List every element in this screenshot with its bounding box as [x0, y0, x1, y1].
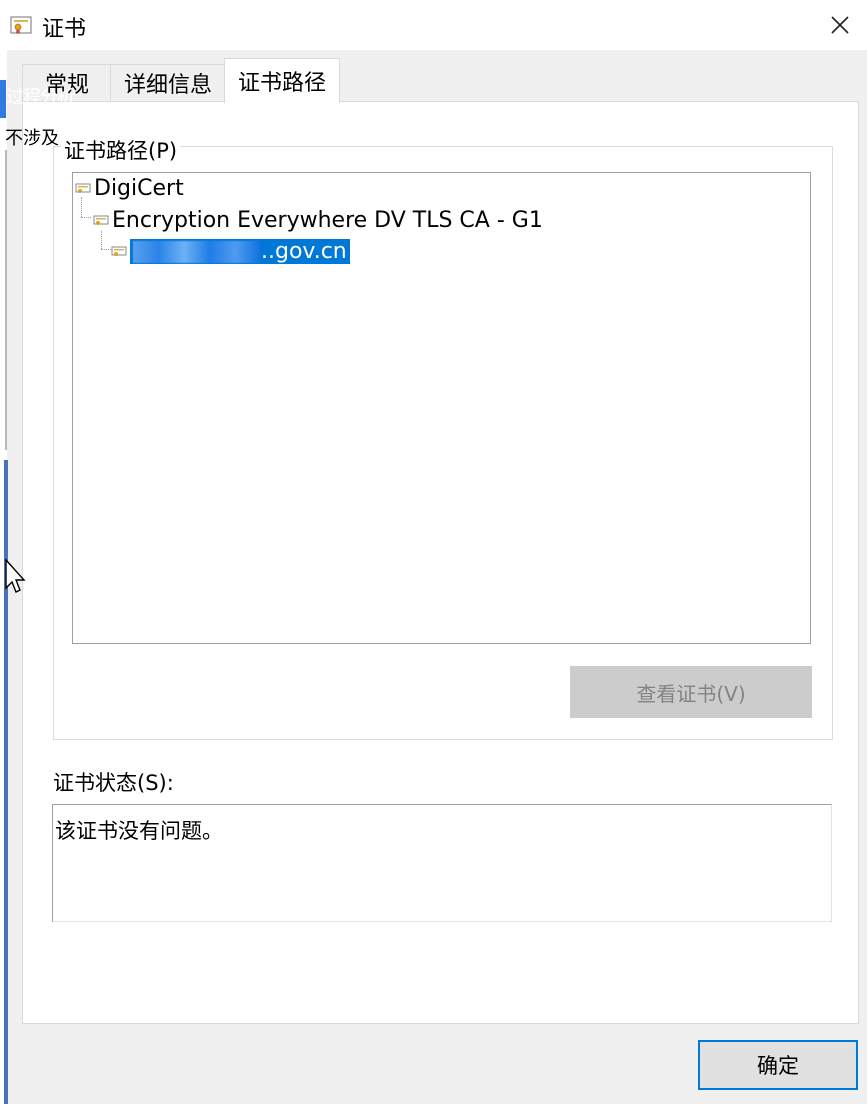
left-edge-accent: [4, 460, 8, 1104]
certificate-icon: [75, 183, 91, 193]
close-button[interactable]: [820, 8, 860, 42]
view-certificate-button[interactable]: 查看证书(V): [570, 666, 812, 718]
tree-node-root[interactable]: DigiCert: [75, 176, 184, 201]
tree-connector: [101, 231, 102, 249]
cert-path-label: 证书路径(P): [61, 135, 181, 165]
tree-node-label: Encryption Everywhere DV TLS CA - G1: [112, 208, 543, 233]
cert-status-textbox[interactable]: 该证书没有问题。: [52, 804, 832, 922]
mouse-cursor-icon: [5, 558, 26, 593]
tree-connector: [81, 217, 91, 218]
redacted-block: [133, 241, 261, 263]
close-icon: [831, 16, 849, 34]
domain-suffix: ..gov.cn: [261, 239, 347, 264]
certificate-icon: [10, 16, 32, 34]
ok-button[interactable]: 确定: [698, 1040, 858, 1090]
certificate-icon: [93, 215, 109, 225]
tree-node-label-selected: ..gov.cn: [130, 239, 350, 264]
tab-cert-path[interactable]: 证书路径: [224, 58, 340, 103]
tree-node-intermediate[interactable]: Encryption Everywhere DV TLS CA - G1: [93, 208, 543, 233]
tab-label: 详细信息: [123, 73, 212, 98]
cert-status-text: 该证书没有问题。: [55, 819, 223, 843]
window-title: 证书: [42, 17, 87, 42]
tree-node-leaf[interactable]: ..gov.cn: [111, 239, 350, 264]
title-bar: 证书: [0, 0, 867, 50]
cert-path-tree[interactable]: DigiCert Encryption Everywhere DV TLS CA…: [72, 172, 811, 644]
overlay-text-2: 不涉及: [5, 128, 59, 149]
cert-status-label: 证书状态(S):: [53, 771, 174, 795]
tab-label: 证书路径: [237, 71, 326, 96]
certificate-icon: [111, 246, 127, 256]
tree-connector: [101, 249, 111, 250]
tab-details[interactable]: 详细信息: [110, 64, 226, 101]
left-edge-shadow: [5, 150, 7, 450]
tab-panel: 证书路径(P) DigiCert Encryption Everywhere D…: [22, 101, 859, 1024]
overlay-text-1: 过程分析: [6, 87, 75, 108]
tree-node-label: DigiCert: [94, 176, 184, 201]
